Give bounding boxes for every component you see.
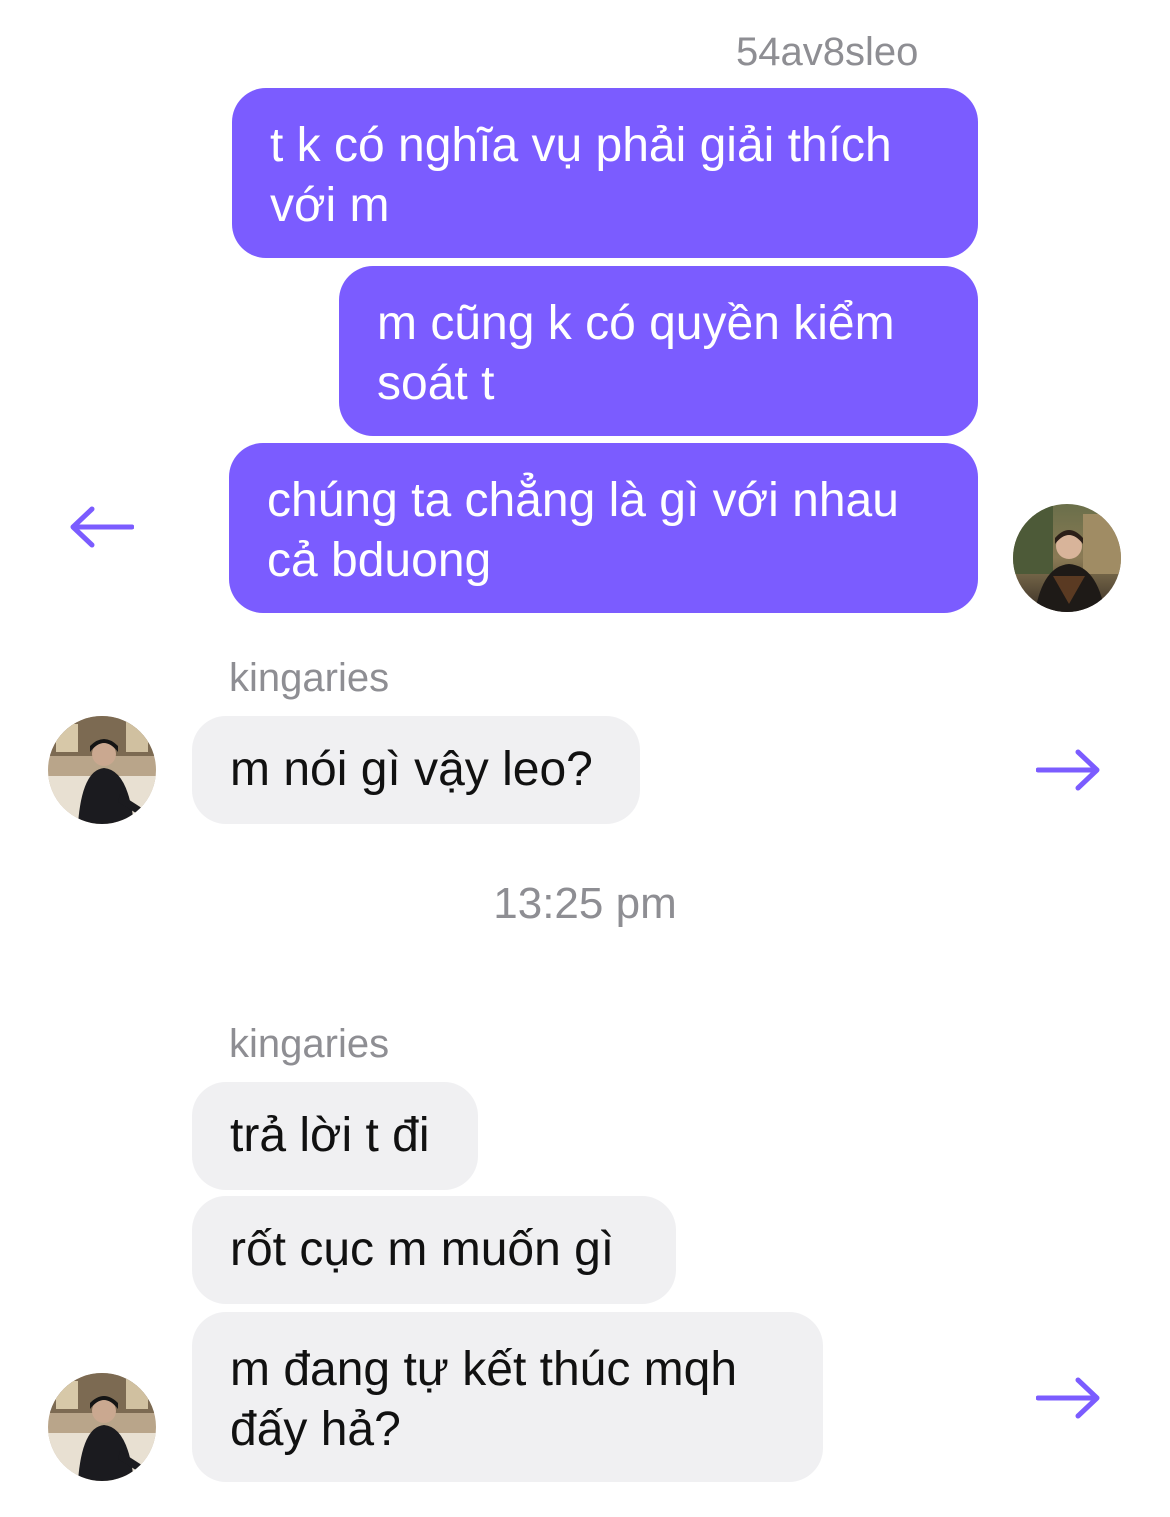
user-photo-avatar [1013, 504, 1121, 612]
arrow-right-icon[interactable] [1036, 748, 1102, 792]
message-bubble-incoming[interactable]: m đang tự kết thúc mqh đấy hả? [192, 1312, 823, 1482]
time-divider: 13:25 pm [493, 879, 677, 928]
message-text: trả lời t đi [230, 1109, 430, 1162]
message-bubble-outgoing[interactable]: chúng ta chẳng là gì với nhau cả bduong [229, 443, 978, 613]
message-bubble-outgoing[interactable]: m cũng k có quyền kiểm soát t [339, 266, 978, 436]
user-photo-avatar [48, 716, 156, 824]
arrow-right-icon[interactable] [1036, 1376, 1102, 1420]
sender-name-incoming: kingaries [229, 656, 390, 700]
message-text: chúng ta chẳng là gì với nhau cả bduong [267, 474, 899, 587]
message-text: rốt cục m muốn gì [230, 1223, 615, 1276]
message-bubble-incoming[interactable]: trả lời t đi [192, 1082, 478, 1190]
arrow-left-icon[interactable] [68, 505, 134, 549]
message-text: m cũng k có quyền kiểm soát t [377, 297, 895, 410]
message-bubble-outgoing[interactable]: t k có nghĩa vụ phải giải thích với m [232, 88, 978, 258]
message-bubble-incoming[interactable]: rốt cục m muốn gì [192, 1196, 676, 1304]
user-avatar-incoming[interactable] [48, 716, 156, 824]
sender-name-incoming: kingaries [229, 1022, 390, 1066]
user-avatar-incoming[interactable] [48, 1373, 156, 1481]
message-text: m nói gì vậy leo? [230, 743, 593, 796]
message-text: m đang tự kết thúc mqh đấy hả? [230, 1343, 738, 1456]
user-avatar-outgoing[interactable] [1013, 504, 1121, 612]
user-photo-avatar [48, 1373, 156, 1481]
message-bubble-incoming[interactable]: m nói gì vậy leo? [192, 716, 640, 824]
message-text: t k có nghĩa vụ phải giải thích với m [270, 119, 892, 232]
sender-name-outgoing: 54av8sleo [736, 30, 919, 74]
